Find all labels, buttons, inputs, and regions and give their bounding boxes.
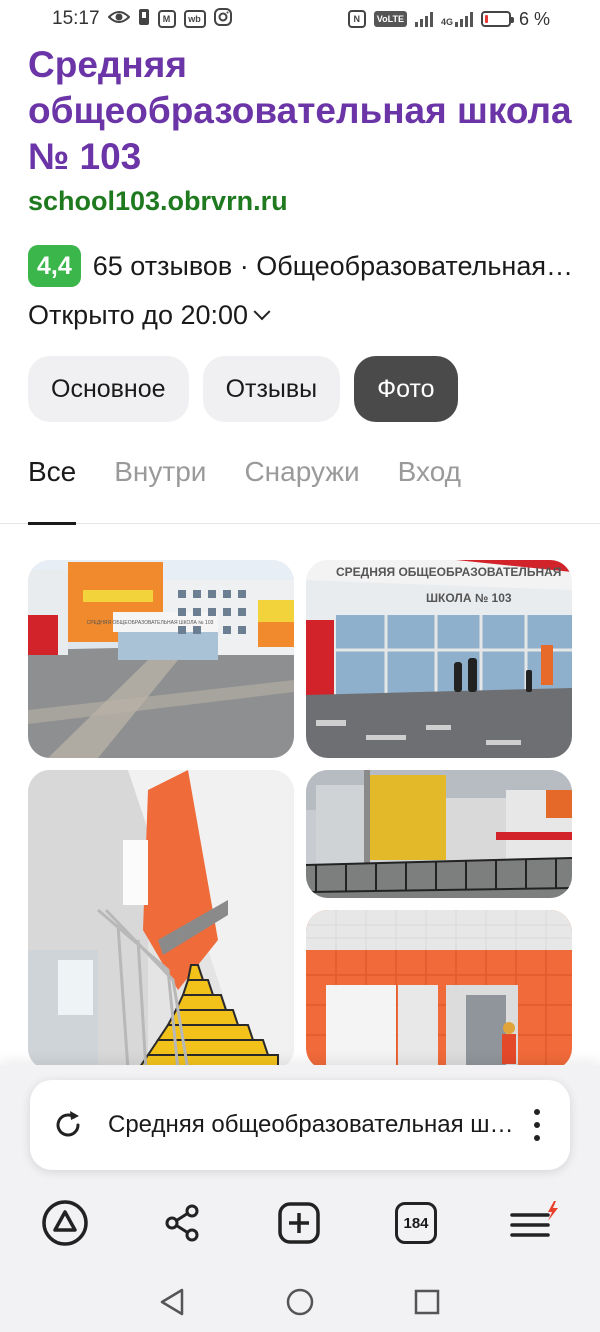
photo-school-building[interactable]: СРЕДНЯЯ ОБЩЕОБРАЗОВАТЕЛЬНАЯ ШКОЛА № 103 — [28, 560, 294, 758]
recents-icon[interactable] — [405, 1280, 449, 1324]
photo-school-entrance[interactable]: СРЕДНЯЯ ОБЩЕОБРАЗОВАТЕЛЬНАЯ ШКОЛА № 103 — [306, 560, 572, 758]
tab-photos[interactable]: Фото — [354, 356, 458, 422]
alice-icon[interactable] — [32, 1190, 98, 1256]
photo-sign-line2: ШКОЛА № 103 — [426, 591, 512, 605]
photo-category-tabs: Все Внутри Снаружи Вход — [0, 444, 600, 525]
system-nav-bar — [0, 1270, 600, 1330]
website-link[interactable]: school103.obrvrn.ru — [28, 186, 288, 217]
rating-badge: 4,4 — [28, 245, 81, 287]
nfc-icon: N — [347, 10, 366, 28]
new-tab-icon[interactable] — [266, 1190, 332, 1256]
instagram-icon — [213, 7, 232, 31]
address-bar[interactable]: Средняя общеобразовательная школа № 103 — [30, 1080, 570, 1170]
signal-icon — [414, 11, 433, 27]
photo-restroom[interactable] — [306, 910, 572, 1070]
photo-tab-outside[interactable]: Снаружи — [244, 444, 359, 524]
photo-tab-entrance[interactable]: Вход — [398, 444, 461, 524]
photo-tab-inside[interactable]: Внутри — [114, 444, 206, 524]
opening-hours[interactable]: Открыто до 20:00 — [28, 300, 271, 331]
address-text: Средняя общеобразовательная школа № 103 — [108, 1111, 522, 1138]
home-icon[interactable] — [278, 1280, 322, 1324]
wb-icon: wb — [183, 10, 206, 28]
photo-sign-line1: СРЕДНЯЯ ОБЩЕОБРАЗОВАТЕЛЬНАЯ — [336, 565, 561, 579]
place-title: Средняя общеобразовательная школа № 103 — [28, 44, 572, 177]
tab-main[interactable]: Основное — [28, 356, 189, 422]
rating-row[interactable]: 4,4 65 отзывов · Общеобразовательная шко… — [28, 245, 578, 287]
chevron-down-icon — [253, 302, 271, 320]
tab-reviews[interactable]: Отзывы — [202, 356, 341, 422]
reload-icon[interactable] — [48, 1105, 88, 1145]
tab-count: 184 — [395, 1202, 437, 1244]
signal-4g-icon: 4G — [441, 11, 473, 27]
sim-icon — [138, 8, 150, 31]
photo-building-fence[interactable] — [306, 770, 572, 898]
hours-text: Открыто до 20:00 — [28, 300, 249, 330]
back-icon[interactable] — [150, 1280, 194, 1324]
photo-stairwell[interactable] — [28, 770, 294, 1070]
app-m-icon: M — [157, 10, 176, 28]
more-options-icon[interactable] — [522, 1105, 552, 1145]
battery-percent: 6 % — [518, 8, 550, 29]
reviews-and-category: 65 отзывов · Общеобразовательная школа — [92, 250, 578, 281]
photo-sign-text: СРЕДНЯЯ ОБЩЕОБРАЗОВАТЕЛЬНАЯ ШКОЛА № 103 — [87, 620, 214, 626]
menu-icon[interactable] — [500, 1190, 566, 1256]
photo-tab-all[interactable]: Все — [28, 444, 77, 525]
share-icon[interactable] — [149, 1190, 215, 1256]
browser-toolbar: 184 — [0, 1190, 600, 1256]
battery-icon — [480, 11, 514, 27]
volte-icon: VoLTE — [373, 11, 407, 27]
tabs-icon[interactable]: 184 — [383, 1190, 449, 1256]
status-time: 15:17 — [52, 8, 100, 29]
section-tabs: Основное Отзывы Фото — [28, 356, 458, 422]
status-bar: 15:17 M wb N VoLTE 4G 6 % — [0, 0, 600, 38]
eye-icon — [107, 9, 130, 30]
